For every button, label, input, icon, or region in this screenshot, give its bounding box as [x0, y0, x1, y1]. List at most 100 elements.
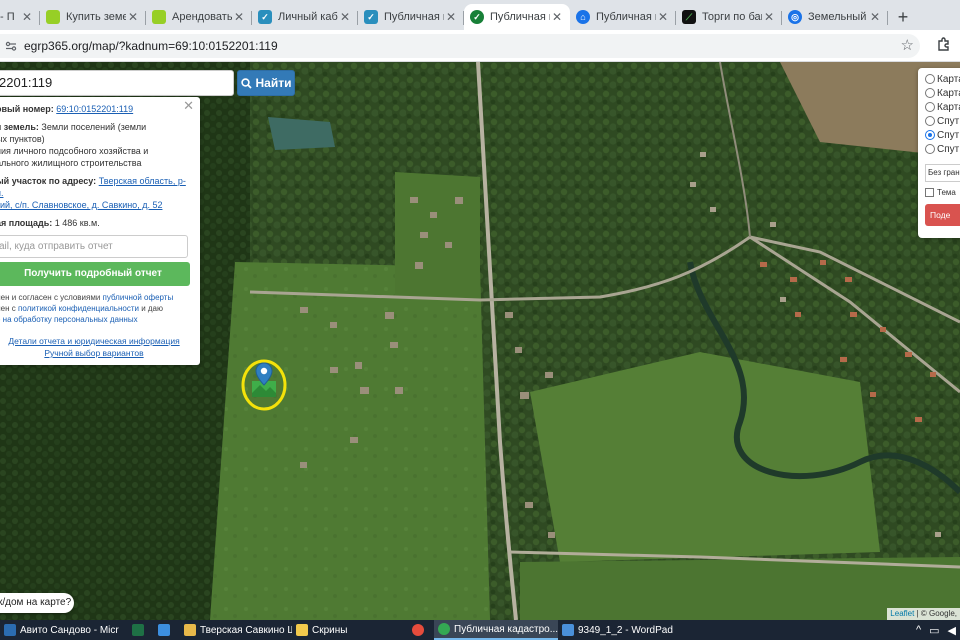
offer-link[interactable]: публичной оферты [103, 293, 174, 302]
cadastral-number-link[interactable]: 69:10:0152201:119 [56, 104, 133, 114]
radio-button[interactable] [925, 74, 935, 84]
folder-icon [184, 624, 196, 636]
email-field[interactable]: ail, куда отправить отчет [0, 235, 188, 258]
cadastral-number-row: овый номер: 69:10:0152201:119 [0, 103, 192, 115]
get-report-button[interactable]: Получить подробный отчет [0, 262, 190, 286]
consent-line-1: лен и согласен с условиями [0, 293, 103, 302]
consent-text: лен и согласен с условиями публичной офе… [0, 292, 192, 325]
radio-button[interactable] [925, 144, 935, 154]
tab-title: Публичная ка [384, 11, 444, 23]
address-label: ый участок по адресу: [0, 176, 97, 186]
layer-label: Спут [937, 129, 960, 141]
close-tab-icon[interactable]: ✕ [656, 10, 670, 24]
layer-switcher: Карта Карта Карта Спут Спут Спут Без гра… [918, 68, 960, 238]
theme-label: Тема [937, 188, 956, 197]
attribution-text: | © Google, [914, 609, 957, 618]
taskbar-item-document[interactable]: Тверская Савкино Ш... [180, 620, 292, 640]
layer-label: Карта [937, 87, 960, 99]
leaflet-link[interactable]: Leaflet [890, 609, 914, 618]
taskbar-item-screenshots[interactable]: Скрины [292, 620, 408, 640]
consent-line-2-end: и даю [138, 304, 163, 313]
permitted-use-line-2: ального жилищного строительства [0, 158, 142, 168]
browser-tab[interactable]: Арендовать з ✕ [146, 4, 252, 30]
layer-option[interactable]: Спут [925, 114, 960, 128]
privacy-policy-link[interactable]: политикой конфиденциальности [18, 304, 139, 313]
layer-option[interactable]: Карта [925, 100, 960, 114]
help-bubble[interactable]: к/дом на карте? [0, 593, 74, 613]
wordpad-icon [562, 624, 574, 636]
cadastral-search-input[interactable]: 2201:119 [0, 70, 234, 96]
browser-tab[interactable]: ✓ Публичная ка ✕ [358, 4, 464, 30]
layer-label: Спут [937, 143, 960, 155]
system-tray: ^ ▭ ◀ [916, 620, 956, 640]
close-tab-icon[interactable]: ✕ [550, 10, 564, 24]
browser-tab[interactable]: ✓ Личный кабин ✕ [252, 4, 358, 30]
folder-icon [296, 624, 308, 636]
new-tab-button[interactable]: + [888, 4, 918, 30]
address-link-cont[interactable]: кий, с/п. Славновское, д. Савкино, д. 52 [0, 200, 162, 210]
browser-tab[interactable]: Купить земел ✕ [40, 4, 146, 30]
close-tab-icon[interactable]: ✕ [762, 10, 776, 24]
taskbar-item-screen[interactable] [154, 620, 180, 640]
browser-tab[interactable]: ⌂ Публичная ка ✕ [570, 4, 676, 30]
tab-title: Торги по бан [702, 11, 762, 23]
layer-submit-button[interactable]: Поде [925, 204, 960, 226]
extensions-icon[interactable] [936, 37, 952, 53]
taskbar-item-excel[interactable] [128, 620, 154, 640]
close-icon[interactable]: ✕ [183, 99, 194, 112]
radio-button[interactable] [925, 116, 935, 126]
monitor-icon [158, 624, 170, 636]
address-row: ый участок по адресу: Тверская область, … [0, 175, 192, 211]
theme-checkbox-row[interactable]: Тема [925, 188, 960, 197]
taskbar-item-label: Скрины [312, 624, 348, 636]
browser-tab[interactable]: ⟋ Торги по бан ✕ [676, 4, 782, 30]
check-icon: ✓ [470, 10, 484, 24]
search-button[interactable]: Найти [237, 70, 295, 96]
address-bar: egrp365.org/map/?kadnum=69:10:0152201:11… [0, 30, 960, 62]
checkbox[interactable] [925, 188, 934, 197]
close-tab-icon[interactable]: ✕ [444, 10, 458, 24]
radio-button[interactable] [925, 88, 935, 98]
volume-icon[interactable]: ◀ [948, 624, 956, 637]
network-icon[interactable]: ▭ [929, 624, 939, 637]
torgi-icon: ⟋ [682, 10, 696, 24]
map-attribution: Leaflet | © Google, [887, 608, 960, 620]
taskbar-item-wordpad[interactable]: 9349_1_2 - WordPad [558, 620, 678, 640]
layer-label: Карта [937, 101, 960, 113]
close-tab-icon[interactable]: ✕ [126, 10, 140, 24]
tab-title: Земельный уч [808, 11, 868, 23]
taskbar-item-yandex[interactable] [408, 620, 434, 640]
consent-line-3[interactable]: е на обработку персональных данных [0, 315, 138, 324]
taskbar-item-label: 9349_1_2 - WordPad [578, 624, 673, 636]
report-details-link[interactable]: Детали отчета и юридическая информация [0, 335, 192, 347]
layer-label: Карта [937, 73, 960, 85]
taskbar-item-avito[interactable]: Авито Сандово - Micr [0, 620, 128, 640]
layer-option[interactable]: Карта [925, 72, 960, 86]
close-tab-icon[interactable]: ✕ [20, 10, 34, 24]
layer-option[interactable]: Спут [925, 142, 960, 156]
boundaries-select[interactable]: Без грани [925, 164, 960, 182]
area-label: ая площадь: [0, 218, 53, 228]
taskbar-item-chrome[interactable]: Публичная кадастро... [434, 620, 558, 640]
manual-selection-link[interactable]: Ручной выбор вариантов [0, 347, 192, 359]
url-text: egrp365.org/map/?kadnum=69:10:0152201:11… [24, 39, 278, 53]
omnibox[interactable]: egrp365.org/map/?kadnum=69:10:0152201:11… [0, 34, 920, 58]
close-tab-icon[interactable]: ✕ [338, 10, 352, 24]
bookmark-star-icon[interactable]: ☆ [901, 36, 914, 54]
radio-button-checked[interactable] [925, 130, 935, 140]
tray-expand-icon[interactable]: ^ [916, 624, 921, 636]
layer-label: Спут [937, 115, 960, 127]
browser-tab[interactable]: - П ✕ [0, 4, 40, 30]
close-tab-icon[interactable]: ✕ [232, 10, 246, 24]
parcel-marker-icon[interactable] [240, 355, 288, 411]
site-info-icon[interactable] [4, 39, 18, 53]
land-category-label: я земель: [0, 122, 39, 132]
layer-option[interactable]: Карта [925, 86, 960, 100]
satellite-map[interactable]: 2201:119 Найти ✕ овый номер: 69:10:01522… [0, 62, 960, 620]
radio-button[interactable] [925, 102, 935, 112]
browser-tab-active[interactable]: ✓ Публичная ка ✕ [464, 4, 570, 30]
close-tab-icon[interactable]: ✕ [868, 10, 882, 24]
browser-tab[interactable]: ◎ Земельный уч ✕ [782, 4, 888, 30]
layer-option-selected[interactable]: Спут [925, 128, 960, 142]
window-icon [4, 624, 16, 636]
